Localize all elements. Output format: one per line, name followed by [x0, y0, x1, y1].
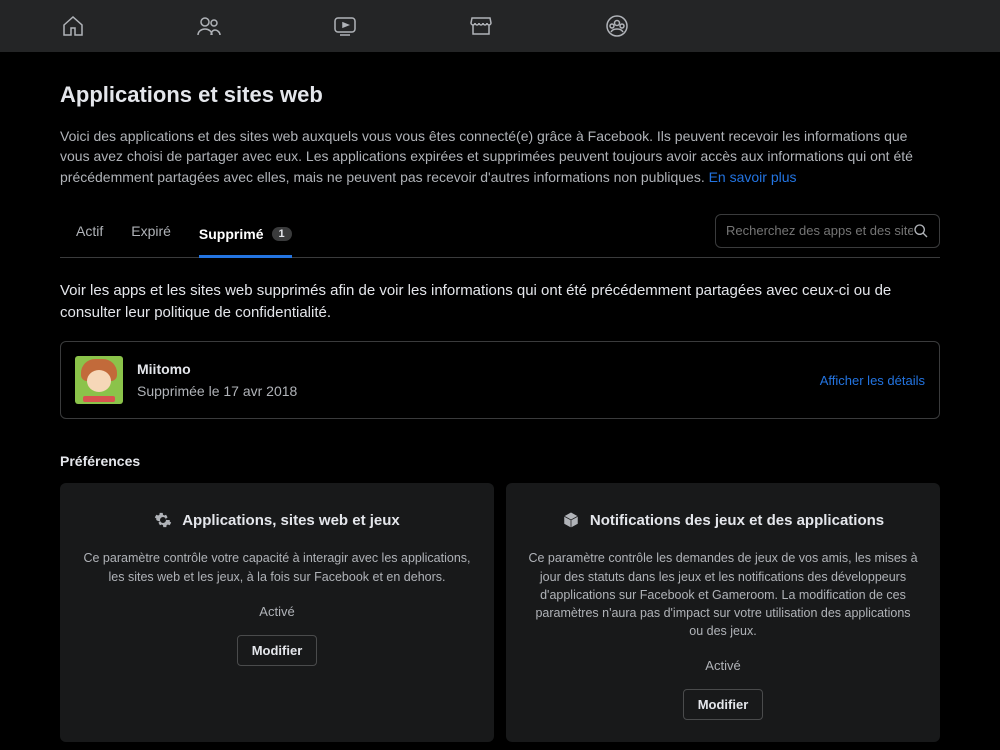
app-info: Miitomo Supprimée le 17 avr 2018: [137, 361, 806, 399]
tab-removed-label: Supprimé: [199, 226, 264, 242]
pref-card-notifications-desc: Ce paramètre contrôle les demandes de je…: [528, 549, 918, 640]
top-nav: [0, 0, 1000, 52]
box-icon: [562, 511, 580, 529]
pref-card-notifications-title: Notifications des jeux et des applicatio…: [590, 512, 884, 529]
marketplace-icon[interactable]: [468, 13, 494, 39]
tab-removed[interactable]: Supprimé 1: [199, 219, 292, 258]
modify-apps-button[interactable]: Modifier: [237, 635, 318, 666]
pref-card-apps: Applications, sites web et jeux Ce param…: [60, 483, 494, 742]
page-intro: Voici des applications et des sites web …: [60, 126, 940, 187]
tab-row: Actif Expiré Supprimé 1: [60, 211, 940, 258]
tab-active[interactable]: Actif: [76, 219, 103, 247]
learn-more-link[interactable]: En savoir plus: [709, 169, 797, 185]
friends-icon[interactable]: [196, 13, 222, 39]
page-title: Applications et sites web: [60, 82, 940, 108]
show-details-link[interactable]: Afficher les détails: [820, 373, 925, 388]
app-avatar: [75, 356, 123, 404]
modify-notifications-button[interactable]: Modifier: [683, 689, 764, 720]
removed-description: Voir les apps et les sites web supprimés…: [60, 280, 940, 324]
pref-card-notifications: Notifications des jeux et des applicatio…: [506, 483, 940, 742]
search-icon: [913, 223, 929, 239]
home-icon[interactable]: [60, 13, 86, 39]
preferences-grid: Applications, sites web et jeux Ce param…: [60, 483, 940, 742]
app-name: Miitomo: [137, 361, 806, 377]
pref-card-apps-header: Applications, sites web et jeux: [154, 511, 400, 529]
pref-card-apps-title: Applications, sites web et jeux: [182, 512, 400, 529]
app-card: Miitomo Supprimée le 17 avr 2018 Affiche…: [60, 341, 940, 419]
pref-card-apps-state: Activé: [259, 604, 294, 619]
tab-expired[interactable]: Expiré: [131, 219, 171, 247]
search-box[interactable]: [715, 214, 940, 248]
preferences-heading: Préférences: [60, 453, 940, 469]
gear-icon: [154, 511, 172, 529]
pref-card-notifications-header: Notifications des jeux et des applicatio…: [562, 511, 884, 529]
search-input[interactable]: [726, 223, 913, 238]
watch-icon[interactable]: [332, 13, 358, 39]
groups-icon[interactable]: [604, 13, 630, 39]
app-status: Supprimée le 17 avr 2018: [137, 383, 806, 399]
tabs: Actif Expiré Supprimé 1: [60, 211, 308, 257]
pref-card-notifications-state: Activé: [705, 658, 740, 673]
tab-removed-count: 1: [272, 227, 292, 241]
main-content: Applications et sites web Voici des appl…: [0, 52, 1000, 742]
pref-card-apps-desc: Ce paramètre contrôle votre capacité à i…: [82, 549, 472, 585]
